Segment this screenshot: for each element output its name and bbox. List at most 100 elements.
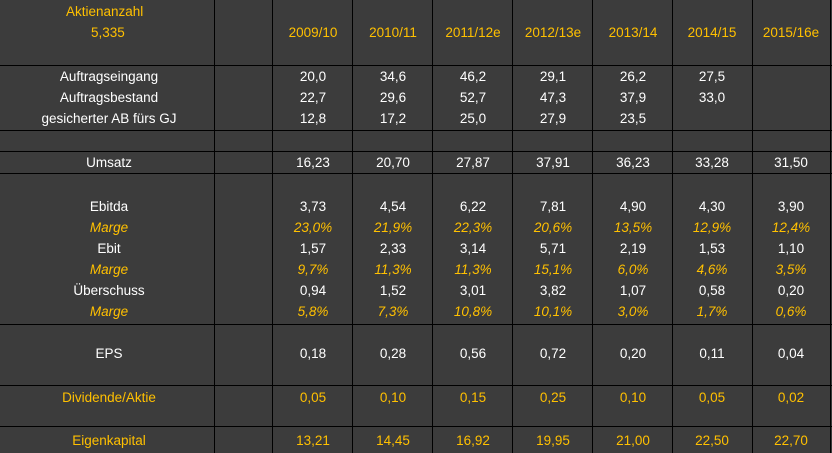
grid-hline xyxy=(0,324,832,325)
value-cell: 0,6% xyxy=(775,304,807,319)
value-cell: 12,8 xyxy=(299,111,327,126)
value-cell: 47,3 xyxy=(539,90,567,105)
grid-hline xyxy=(0,173,832,174)
row-label: Marge xyxy=(89,262,129,277)
row-label: Eigenkapital xyxy=(72,433,146,448)
value-cell: 4,30 xyxy=(698,199,726,214)
value-cell: 3,5% xyxy=(775,262,807,277)
value-cell: 0,10 xyxy=(379,390,407,405)
value-cell: 23,0% xyxy=(293,220,333,235)
value-cell: 9,7% xyxy=(297,262,329,277)
value-cell: 23,5 xyxy=(619,111,647,126)
year-header: 2009/10 xyxy=(288,25,338,40)
row-label: Umsatz xyxy=(86,155,132,170)
grid-hline xyxy=(0,385,832,386)
value-cell: 0,15 xyxy=(459,390,487,405)
value-cell: 1,7% xyxy=(696,304,728,319)
value-cell: 17,2 xyxy=(379,111,407,126)
value-cell: 0,20 xyxy=(619,346,647,361)
row-label: Auftragseingang xyxy=(59,69,159,84)
value-cell: 25,0 xyxy=(459,111,487,126)
value-cell: 33,0 xyxy=(698,90,726,105)
value-cell: 20,6% xyxy=(533,220,573,235)
year-header: 2010/11 xyxy=(369,25,417,40)
value-cell: 12,4% xyxy=(771,220,811,235)
value-cell: 3,90 xyxy=(777,199,805,214)
value-cell: 0,28 xyxy=(379,346,407,361)
value-cell: 1,57 xyxy=(299,241,327,256)
value-cell: 27,87 xyxy=(456,155,490,170)
grid-hline xyxy=(0,151,832,152)
value-cell: 3,82 xyxy=(539,283,567,298)
value-cell: 5,71 xyxy=(539,241,567,256)
value-cell: 5,8% xyxy=(297,304,329,319)
value-cell: 4,6% xyxy=(696,262,728,277)
value-cell: 26,2 xyxy=(619,69,647,84)
value-cell xyxy=(752,67,830,87)
value-cell: 19,95 xyxy=(536,433,570,448)
row-label: Marge xyxy=(89,220,129,235)
value-cell: 0,94 xyxy=(299,283,327,298)
value-cell: 27,5 xyxy=(698,69,726,84)
value-cell: 4,54 xyxy=(379,199,407,214)
value-cell: 29,1 xyxy=(539,69,567,84)
value-cell: 0,05 xyxy=(698,390,726,405)
value-cell: 36,23 xyxy=(616,155,650,170)
value-cell: 20,0 xyxy=(299,69,327,84)
row-label: Dividende/Aktie xyxy=(62,390,156,405)
row-label: Ebitda xyxy=(89,199,129,214)
value-cell: 22,7 xyxy=(299,90,327,105)
value-cell: 21,00 xyxy=(616,433,650,448)
row-label: Marge xyxy=(89,304,129,319)
value-cell: 0,05 xyxy=(299,390,327,405)
value-cell: 0,10 xyxy=(619,390,647,405)
value-cell xyxy=(752,109,830,129)
year-header: 2014/15 xyxy=(687,25,737,40)
value-cell: 3,0% xyxy=(617,304,649,319)
value-cell: 20,70 xyxy=(376,155,410,170)
value-cell: 16,92 xyxy=(456,433,490,448)
value-cell: 1,52 xyxy=(379,283,407,298)
year-header: 2013/14 xyxy=(608,25,658,40)
value-cell: 29,6 xyxy=(379,90,407,105)
value-cell: 27,9 xyxy=(539,111,567,126)
year-header: 2015/16e xyxy=(762,25,820,40)
shares-label: Aktienanzahl xyxy=(66,4,144,19)
value-cell: 0,20 xyxy=(777,283,805,298)
value-cell: 11,3% xyxy=(454,262,492,277)
value-cell: 13,5% xyxy=(613,220,653,235)
value-cell: 0,72 xyxy=(539,346,567,361)
value-cell: 0,04 xyxy=(777,346,805,361)
value-cell: 10,1% xyxy=(533,304,573,319)
value-cell: 37,9 xyxy=(619,90,647,105)
value-cell: 37,91 xyxy=(536,155,570,170)
row-label: EPS xyxy=(95,346,123,361)
value-cell: 33,28 xyxy=(695,155,729,170)
value-cell: 1,10 xyxy=(777,241,805,256)
value-cell xyxy=(673,109,751,129)
financial-table: Aktienanzahl 5,335 2009/10 2010/11 2011/12… xyxy=(0,0,832,453)
value-cell: 52,7 xyxy=(459,90,487,105)
value-cell: 15,1% xyxy=(533,262,573,277)
value-cell: 31,50 xyxy=(774,155,808,170)
value-cell: 3,14 xyxy=(459,241,487,256)
value-cell: 7,3% xyxy=(377,304,409,319)
value-cell: 6,22 xyxy=(459,199,487,214)
row-label: Ebit xyxy=(97,241,121,256)
row-label: gesicherter AB fürs GJ xyxy=(41,111,177,126)
value-cell: 13,21 xyxy=(296,433,330,448)
grid-hline xyxy=(0,130,832,131)
value-cell: 10,8% xyxy=(453,304,493,319)
value-cell: 1,07 xyxy=(619,283,647,298)
value-cell: 6,0% xyxy=(617,262,649,277)
value-cell: 0,58 xyxy=(698,283,726,298)
value-cell: 7,81 xyxy=(539,199,567,214)
value-cell: 0,11 xyxy=(699,346,725,361)
value-cell: 22,70 xyxy=(774,433,808,448)
year-header: 2012/13e xyxy=(524,25,582,40)
value-cell: 0,18 xyxy=(299,346,327,361)
value-cell: 3,01 xyxy=(459,283,487,298)
value-cell: 2,33 xyxy=(379,241,407,256)
value-cell: 2,19 xyxy=(619,241,647,256)
value-cell: 46,2 xyxy=(459,69,487,84)
